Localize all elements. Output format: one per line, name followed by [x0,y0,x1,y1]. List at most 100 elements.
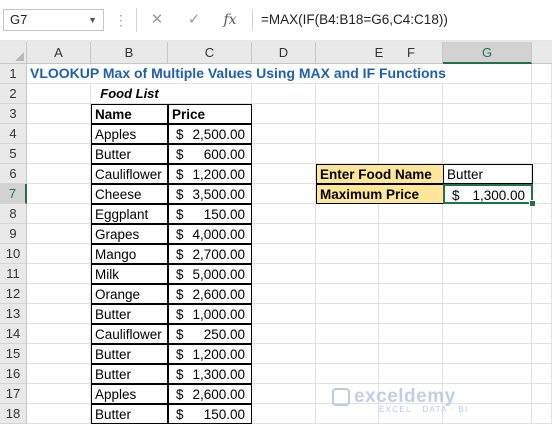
formula-input[interactable]: =MAX(IF(B4:B18=G6,C4:C18)) [252,9,552,31]
cell-a13[interactable] [27,304,91,324]
cell-e3[interactable] [316,104,379,124]
cell-d6[interactable] [252,164,316,184]
sheet-title[interactable]: VLOOKUP Max of Multiple Values Using MAX… [27,64,527,84]
cell-d7[interactable] [252,184,316,204]
cell-e9[interactable] [316,224,379,244]
cell-h9[interactable] [532,224,552,244]
cell-a12[interactable] [27,284,91,304]
cell-e4[interactable] [316,124,379,144]
table-cell-name[interactable]: Butter [91,404,168,424]
cell-a11[interactable] [27,264,91,284]
cell-e12[interactable] [316,284,379,304]
cell-h8[interactable] [532,204,552,224]
cell-g17[interactable] [443,384,532,404]
cell-f15[interactable] [379,344,443,364]
column-header-h[interactable] [532,42,552,64]
column-header-f[interactable]: F [379,42,443,64]
lookup-max-label[interactable]: Maximum Price [316,184,444,204]
cell-e16[interactable] [316,364,379,384]
cell-a4[interactable] [27,124,91,144]
cell-g15[interactable] [443,344,532,364]
table-cell-price[interactable]: $5,000.00 [168,264,252,284]
cell-d15[interactable] [252,344,316,364]
cancel-icon[interactable]: ✕ [146,9,168,31]
cell-h12[interactable] [532,284,552,304]
table-cell-price[interactable]: $150.00 [168,404,252,424]
row-header-3[interactable]: 3 [0,104,27,124]
lookup-max-value[interactable]: $1,300.00 [443,184,533,204]
cell-a3[interactable] [27,104,91,124]
cell-a7[interactable] [27,184,91,204]
table-cell-price[interactable]: $1,200.00 [168,164,252,184]
cell-g12[interactable] [443,284,532,304]
table-cell-name[interactable]: Orange [91,284,168,304]
row-header-4[interactable]: 4 [0,124,27,144]
table-cell-price[interactable]: $2,500.00 [168,124,252,144]
cell-g8[interactable] [443,204,532,224]
row-header-9[interactable]: 9 [0,224,27,244]
table-cell-name[interactable]: Milk [91,264,168,284]
table-cell-name[interactable]: Grapes [91,224,168,244]
table-cell-name[interactable]: Cheese [91,184,168,204]
row-header-14[interactable]: 14 [0,324,27,344]
cell-f4[interactable] [379,124,443,144]
table-cell-price[interactable]: $2,600.00 [168,384,252,404]
row-header-2[interactable]: 2 [0,84,27,104]
cell-c2[interactable] [168,84,252,104]
cell-g2[interactable] [443,84,532,104]
cell-d5[interactable] [252,144,316,164]
cell-g4[interactable] [443,124,532,144]
cell-f16[interactable] [379,364,443,384]
cell-d13[interactable] [252,304,316,324]
cell-g10[interactable] [443,244,532,264]
cell-a5[interactable] [27,144,91,164]
table-cell-price[interactable]: $3,500.00 [168,184,252,204]
more-options-icon[interactable]: ⋮ [114,10,128,30]
cell-g13[interactable] [443,304,532,324]
row-header-8[interactable]: 8 [0,204,27,224]
column-header-g[interactable]: G [443,42,532,64]
cell-h5[interactable] [532,144,552,164]
cell-e2[interactable] [316,84,379,104]
cell-e14[interactable] [316,324,379,344]
cell-h2[interactable] [532,84,552,104]
cell-h4[interactable] [532,124,552,144]
column-header-a[interactable]: A [27,42,91,64]
cell-g5[interactable] [443,144,532,164]
cell-d10[interactable] [252,244,316,264]
row-header-18[interactable]: 18 [0,404,27,424]
cell-f13[interactable] [379,304,443,324]
column-header-d[interactable]: D [252,42,316,64]
cell-f2[interactable] [379,84,443,104]
row-header-1[interactable]: 1 [0,64,27,84]
cell-e13[interactable] [316,304,379,324]
cell-h16[interactable] [532,364,552,384]
cell-d12[interactable] [252,284,316,304]
cell-a16[interactable] [27,364,91,384]
row-header-13[interactable]: 13 [0,304,27,324]
row-header-17[interactable]: 17 [0,384,27,404]
cell-f9[interactable] [379,224,443,244]
lookup-food-value[interactable]: Butter [443,164,533,184]
enter-icon[interactable]: ✓ [183,9,205,31]
cell-h3[interactable] [532,104,552,124]
column-header-c[interactable]: C [168,42,252,64]
row-header-7[interactable]: 7 [0,184,27,204]
cell-a15[interactable] [27,344,91,364]
table-cell-name[interactable]: Butter [91,304,168,324]
food-list-subtitle[interactable]: Food List [91,84,168,104]
row-header-5[interactable]: 5 [0,144,27,164]
cell-d17[interactable] [252,384,316,404]
cell-a17[interactable] [27,384,91,404]
cell-e8[interactable] [316,204,379,224]
cell-g3[interactable] [443,104,532,124]
cell-a6[interactable] [27,164,91,184]
table-cell-price[interactable]: $2,600.00 [168,284,252,304]
row-header-11[interactable]: 11 [0,264,27,284]
fill-handle[interactable] [529,200,536,207]
table-cell-price[interactable]: $1,300.00 [168,364,252,384]
cell-g14[interactable] [443,324,532,344]
cell-f14[interactable] [379,324,443,344]
cell-e15[interactable] [316,344,379,364]
table-cell-name[interactable]: Butter [91,364,168,384]
